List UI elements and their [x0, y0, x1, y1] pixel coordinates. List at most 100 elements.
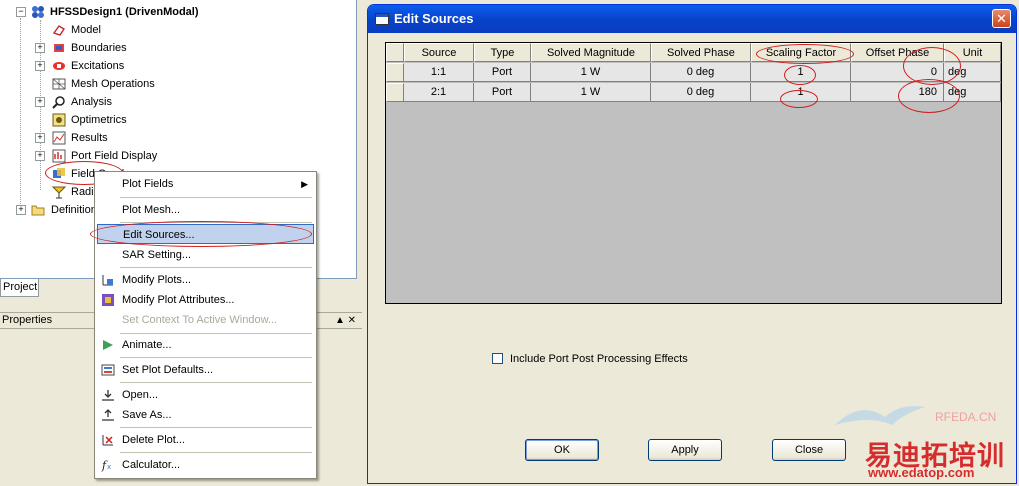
cell-unit[interactable]: deg: [944, 83, 1001, 102]
properties-title: Properties: [2, 314, 53, 326]
column-header-solved-magnitude[interactable]: Solved Magnitude: [531, 43, 651, 62]
cell-solved-magnitude: 1 W: [531, 63, 651, 82]
cell-unit[interactable]: deg: [944, 63, 1001, 82]
cell-type: Port: [474, 63, 531, 82]
expand-icon[interactable]: +: [16, 205, 26, 215]
properties-pane-controls[interactable]: ▲ ✕: [335, 313, 356, 328]
radiation-icon: [52, 186, 66, 199]
menu-item-set-plot-defaults[interactable]: Set Plot Defaults...: [97, 360, 314, 380]
modify-plots-icon: [102, 275, 113, 286]
menu-item-label: Delete Plot...: [122, 434, 185, 446]
expand-icon[interactable]: +: [35, 43, 45, 53]
cell-scaling-factor[interactable]: 1: [751, 63, 851, 82]
menu-item-set-context-to-active-window: Set Context To Active Window...: [97, 310, 314, 330]
cell-offset-phase[interactable]: 180: [851, 83, 944, 102]
tree-root-label: HFSSDesign1 (DrivenModal): [50, 6, 199, 18]
cell-offset-phase[interactable]: 0: [851, 63, 944, 82]
dialog-close-button[interactable]: ✕: [992, 9, 1011, 28]
menu-item-label: Set Context To Active Window...: [122, 314, 278, 326]
column-header-offset-phase[interactable]: Offset Phase: [851, 43, 944, 62]
menu-item-label: Open...: [122, 389, 159, 401]
cell-solved-phase: 0 deg: [651, 63, 751, 82]
folder-icon: [31, 205, 45, 216]
tree-item-label: Mesh Operations: [71, 78, 155, 90]
menu-separator: [120, 267, 312, 268]
row-header[interactable]: [386, 63, 404, 82]
column-header-scaling-factor[interactable]: Scaling Factor: [751, 43, 851, 62]
hfss-design-icon: [32, 6, 44, 18]
field-overlays-icon: [53, 168, 65, 178]
menu-item-calculator[interactable]: f x Calculator...: [97, 455, 314, 475]
optimetrics-icon: [52, 113, 66, 127]
results-icon: [52, 131, 66, 145]
menu-item-animate[interactable]: Animate...: [97, 335, 314, 355]
menu-item-modify-plots[interactable]: Modify Plots...: [97, 270, 314, 290]
mesh-operations-icon: [52, 78, 66, 90]
menu-item-label: Plot Mesh...: [122, 204, 181, 216]
menu-item-plot-fields[interactable]: Plot Fields ▶: [97, 174, 314, 194]
menu-item-label: Modify Plot Attributes...: [122, 294, 235, 306]
sources-grid[interactable]: Source Type Solved Magnitude Solved Phas…: [385, 42, 1002, 304]
edit-sources-dialog: Edit Sources ✕ Source Type Solved Magnit…: [367, 4, 1017, 484]
menu-item-sar-setting[interactable]: SAR Setting...: [97, 245, 314, 265]
set-plot-defaults-icon: [101, 364, 115, 376]
analysis-icon: [52, 96, 65, 109]
checkbox-label: Include Port Post Processing Effects: [510, 353, 688, 365]
menu-item-label: Plot Fields: [122, 178, 174, 190]
column-header-type[interactable]: Type: [474, 43, 531, 62]
menu-item-plot-mesh[interactable]: Plot Mesh...: [97, 200, 314, 220]
model-icon: [52, 25, 65, 36]
context-menu: Plot Fields ▶ Plot Mesh... Edit Sources.…: [94, 171, 317, 479]
menu-item-edit-sources[interactable]: Edit Sources...: [97, 224, 314, 244]
expand-icon[interactable]: +: [35, 133, 45, 143]
cell-solved-phase: 0 deg: [651, 83, 751, 102]
menu-item-delete-plot[interactable]: Delete Plot...: [97, 430, 314, 450]
column-header-solved-phase[interactable]: Solved Phase: [651, 43, 751, 62]
menu-separator: [120, 427, 312, 428]
row-header[interactable]: [386, 83, 404, 102]
modify-plot-attributes-icon: [102, 294, 114, 306]
menu-separator: [120, 333, 312, 334]
window-icon: [375, 13, 389, 25]
cell-solved-magnitude: 1 W: [531, 83, 651, 102]
menu-separator: [120, 452, 312, 453]
expand-icon[interactable]: +: [35, 151, 45, 161]
submenu-arrow-icon: ▶: [301, 179, 308, 189]
cell-type: Port: [474, 83, 531, 102]
menu-item-label: Calculator...: [122, 459, 181, 471]
tree-item-label: Optimetrics: [71, 114, 127, 126]
tab-project[interactable]: Project: [0, 279, 39, 297]
tree-connector: [20, 18, 21, 212]
menu-item-save-as[interactable]: Save As...: [97, 405, 314, 425]
open-icon: [102, 390, 114, 401]
menu-separator: [120, 357, 312, 358]
animate-icon: [103, 340, 113, 350]
tree-item-label: Results: [71, 132, 108, 144]
ok-button[interactable]: OK: [525, 439, 599, 461]
menu-item-label: Save As...: [122, 409, 172, 421]
close-button[interactable]: Close: [772, 439, 846, 461]
column-header-unit[interactable]: Unit: [944, 43, 1001, 62]
save-as-icon: [102, 409, 114, 421]
include-port-post-processing-checkbox[interactable]: [492, 353, 503, 364]
column-header-source[interactable]: Source: [404, 43, 474, 62]
apply-button[interactable]: Apply: [648, 439, 722, 461]
cell-scaling-factor[interactable]: 1: [751, 83, 851, 102]
menu-separator: [120, 222, 312, 223]
expand-icon[interactable]: +: [35, 61, 45, 71]
menu-item-open[interactable]: Open...: [97, 385, 314, 405]
sources-grid-body: Source Type Solved Magnitude Solved Phas…: [386, 43, 1001, 303]
menu-separator: [120, 382, 312, 383]
tree-item-label: Model: [71, 24, 101, 36]
collapse-icon[interactable]: −: [16, 7, 26, 17]
menu-item-modify-plot-attributes[interactable]: Modify Plot Attributes...: [97, 290, 314, 310]
menu-item-label: Animate...: [122, 339, 172, 351]
menu-item-label: Set Plot Defaults...: [122, 364, 214, 376]
menu-item-label: Modify Plots...: [122, 274, 192, 286]
cell-source: 2:1: [404, 83, 474, 102]
delete-plot-icon: [102, 435, 113, 446]
dialog-title-bar[interactable]: Edit Sources ✕: [368, 5, 1016, 33]
dialog-title: Edit Sources: [394, 11, 474, 26]
expand-icon[interactable]: +: [35, 97, 45, 107]
calculator-icon: f x: [101, 459, 111, 472]
